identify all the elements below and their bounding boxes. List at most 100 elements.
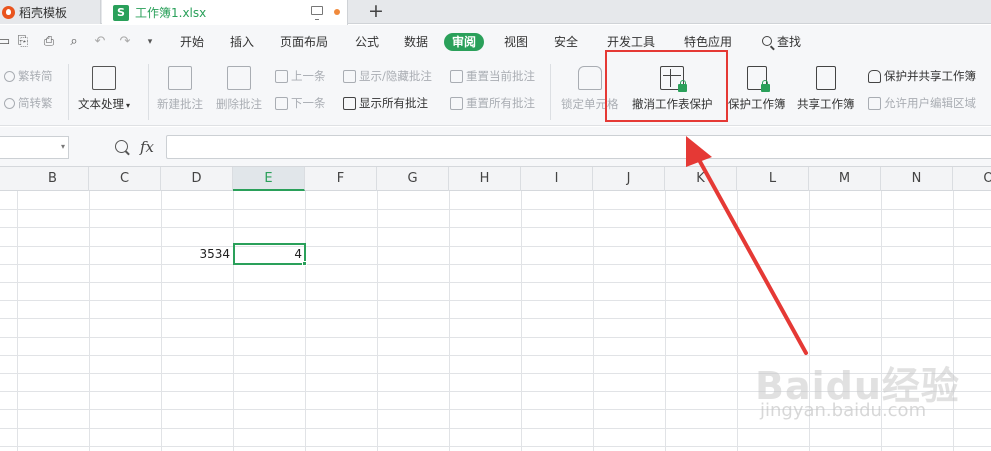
grid-column-line <box>737 191 738 451</box>
grid-column-line <box>233 191 234 451</box>
protect-workbook-button[interactable]: 保护工作簿 <box>728 66 786 112</box>
grid-column-line <box>593 191 594 451</box>
trad-simp-label: 繁转简 <box>18 69 53 83</box>
grid-row-line <box>0 227 991 228</box>
show-hide-comment-icon <box>343 69 356 83</box>
new-comment-button[interactable]: 新建批注 <box>157 66 203 112</box>
menu-formulas[interactable]: 公式 <box>355 33 379 51</box>
traditional-to-simplified-button[interactable]: 繁转简 <box>4 68 53 84</box>
previous-comment-button[interactable]: 上一条 <box>275 68 326 84</box>
name-box[interactable]: ▾ <box>0 136 69 159</box>
open-icon[interactable]: ▭ <box>0 34 12 50</box>
monitor-icon[interactable] <box>311 6 323 20</box>
column-header[interactable]: H <box>449 167 521 191</box>
cell-E-value[interactable]: 4 <box>233 244 305 264</box>
delete-comment-button[interactable]: 删除批注 <box>216 66 262 112</box>
text-processing-button[interactable]: 文本处理 ▾ <box>78 66 130 112</box>
reset-all-comments-button[interactable]: 重置所有批注 <box>450 95 535 111</box>
show-all-comments-label: 显示所有批注 <box>359 96 428 110</box>
menu-data[interactable]: 数据 <box>404 33 428 51</box>
reset-all-comments-icon <box>450 96 463 110</box>
menu-special-apps[interactable]: 特色应用 <box>684 33 732 51</box>
trad-simp-icon <box>4 70 15 82</box>
share-workbook-label: 共享工作簿 <box>797 97 855 111</box>
search-icon[interactable] <box>762 36 772 46</box>
text-processing-label: 文本处理 <box>78 97 124 111</box>
show-all-comments-icon <box>343 96 356 110</box>
menu-search[interactable]: 查找 <box>777 33 801 51</box>
new-tab-button[interactable]: + <box>366 0 386 24</box>
column-header-row: B C D E F G H I J K L M N O <box>0 167 991 191</box>
share-workbook-button[interactable]: 共享工作簿 <box>797 66 855 112</box>
simp-trad-icon <box>4 97 15 109</box>
grid-row-line <box>0 300 991 301</box>
tab-docer-template[interactable]: 稻壳模板 <box>0 0 101 24</box>
grid-row-line <box>0 264 991 265</box>
grid-column-line <box>521 191 522 451</box>
protect-and-share-button[interactable]: 保护并共享工作簿 <box>868 68 976 84</box>
chevron-down-icon[interactable]: ▾ <box>61 142 65 151</box>
column-header[interactable]: B <box>17 167 89 191</box>
menu-review[interactable]: 审阅 <box>444 33 485 51</box>
more-icon[interactable]: ▾ <box>142 34 158 50</box>
grid-column-line <box>89 191 90 451</box>
simplified-to-traditional-button[interactable]: 简转繁 <box>4 95 53 111</box>
redo-icon[interactable]: ↷ <box>117 34 133 50</box>
column-header[interactable]: F <box>305 167 377 191</box>
menu-home[interactable]: 开始 <box>180 33 204 51</box>
preview-icon[interactable]: ⌕ <box>66 34 82 50</box>
protect-and-share-label: 保护并共享工作簿 <box>884 69 976 83</box>
fill-handle[interactable] <box>302 261 307 266</box>
column-header[interactable]: M <box>809 167 881 191</box>
document-tab-bar: 稻壳模板 S 工作簿1.xlsx + <box>0 0 991 25</box>
allow-edit-ranges-button[interactable]: 允许用户编辑区域 <box>868 95 976 111</box>
review-ribbon: 繁转简 简转繁 文本处理 ▾ 新建批注 删除批注 上一条 下一条 显示/隐藏批注… <box>0 58 991 126</box>
grid-column-line <box>377 191 378 451</box>
annotation-highlight-box <box>605 50 728 122</box>
menu-developer[interactable]: 开发工具 <box>607 33 655 51</box>
dropdown-caret-icon: ▾ <box>126 101 131 110</box>
show-hide-comment-button[interactable]: 显示/隐藏批注 <box>343 68 432 84</box>
allow-edit-ranges-icon <box>868 96 881 110</box>
undo-icon[interactable]: ↶ <box>92 34 108 50</box>
grid-column-line <box>665 191 666 451</box>
column-header[interactable]: D <box>161 167 233 191</box>
column-header[interactable]: K <box>665 167 737 191</box>
menu-security[interactable]: 安全 <box>554 33 578 51</box>
column-header[interactable]: L <box>737 167 809 191</box>
grid-row-line <box>0 446 991 447</box>
column-header[interactable]: J <box>593 167 665 191</box>
menu-insert[interactable]: 插入 <box>230 33 254 51</box>
reset-current-comment-icon <box>450 69 463 83</box>
reset-current-comment-label: 重置当前批注 <box>466 69 535 83</box>
protect-workbook-icon <box>746 66 770 92</box>
formula-bar: ▾ fx <box>0 127 991 167</box>
show-all-comments-button[interactable]: 显示所有批注 <box>343 95 428 111</box>
reset-all-comments-label: 重置所有批注 <box>466 96 535 110</box>
column-header[interactable]: N <box>881 167 953 191</box>
reset-current-comment-button[interactable]: 重置当前批注 <box>450 68 535 84</box>
ribbon-divider <box>550 64 551 120</box>
print-icon[interactable]: ⎙ <box>41 34 57 50</box>
grid-column-line <box>17 191 18 451</box>
green-lock-icon <box>760 80 770 92</box>
tab-file-label: 工作簿1.xlsx <box>135 6 207 20</box>
formula-input[interactable] <box>166 135 991 159</box>
grid-row-line <box>0 428 991 429</box>
menu-page-layout[interactable]: 页面布局 <box>280 33 328 51</box>
zoom-icon[interactable] <box>115 140 128 153</box>
save-icon[interactable]: ⎘ <box>15 34 31 50</box>
menu-view[interactable]: 视图 <box>504 33 528 51</box>
column-header[interactable]: O <box>953 167 991 191</box>
cell-D-value[interactable]: 3534 <box>161 244 233 264</box>
share-workbook-icon <box>815 66 836 90</box>
delete-comment-label: 删除批注 <box>216 97 262 111</box>
next-comment-button[interactable]: 下一条 <box>275 95 326 111</box>
column-header[interactable]: G <box>377 167 449 191</box>
column-header[interactable]: I <box>521 167 593 191</box>
grid-row-line <box>0 282 991 283</box>
column-header-selected[interactable]: E <box>233 167 305 191</box>
insert-function-button[interactable]: fx <box>140 138 154 156</box>
tab-workbook-file[interactable]: S 工作簿1.xlsx <box>102 0 348 25</box>
column-header[interactable]: C <box>89 167 161 191</box>
